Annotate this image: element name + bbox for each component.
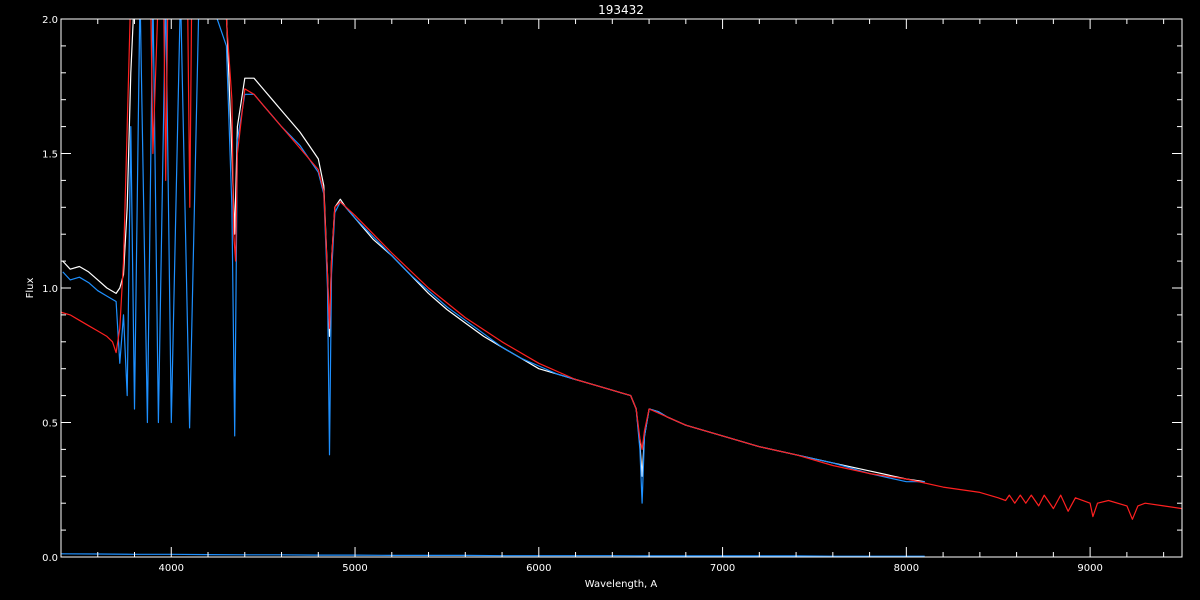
x-tick-label: 5000 <box>342 563 367 574</box>
spectrum-plot: 193432 4000 5000 6000 7000 8000 9000 0.0 0.5 1.0… <box>25 3 1183 590</box>
series-line-2 <box>62 19 925 504</box>
x-tick-label: 6000 <box>526 563 551 574</box>
y-tick-label: 0.0 <box>42 553 58 564</box>
chart-title: 193432 <box>598 3 644 17</box>
ticks-layer: 4000 5000 6000 7000 8000 9000 0.0 0.5 1.0 1.5 2.0 <box>42 15 1182 574</box>
y-tick-label: 1.5 <box>42 150 58 161</box>
x-tick-label: 9000 <box>1077 563 1102 574</box>
y-tick-label: 0.5 <box>42 419 58 430</box>
y-axis-label: Flux <box>25 278 36 299</box>
y-tick-label: 2.0 <box>42 15 58 26</box>
plot-frame <box>60 18 1183 558</box>
series-layer <box>61 19 1182 557</box>
y-tick-label: 1.0 <box>42 284 58 295</box>
x-tick-label: 4000 <box>159 563 184 574</box>
x-axis-label: Wavelength, A <box>585 579 658 590</box>
series-line-4 <box>61 553 925 557</box>
series-line-1 <box>62 19 925 483</box>
x-tick-label: 7000 <box>710 563 735 574</box>
x-tick-label: 8000 <box>894 563 919 574</box>
